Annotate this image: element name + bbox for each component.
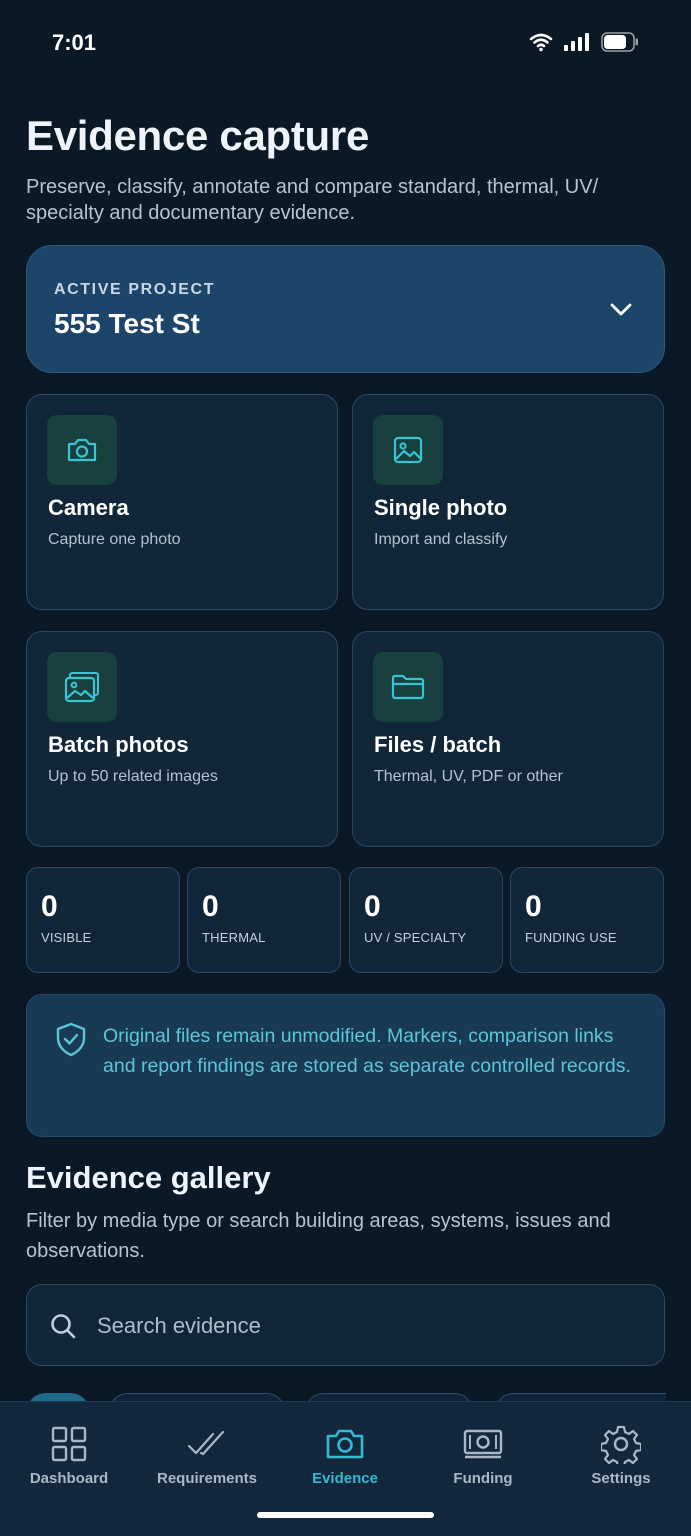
search-input[interactable] (97, 1307, 637, 1345)
tab-funding[interactable]: Funding (414, 1402, 552, 1502)
chevron-down-icon (610, 303, 632, 316)
tab-label: Dashboard (29, 1470, 109, 1487)
gallery-title: Evidence gallery (26, 1160, 271, 1195)
tab-evidence[interactable]: Evidence (276, 1402, 414, 1502)
status-icons (529, 32, 639, 52)
camera-action-desc: Capture one photo (48, 531, 181, 548)
files-batch-action-title: Files / batch (374, 732, 502, 757)
status-time: 7:01 (52, 30, 97, 55)
batch-photos-action-title: Batch photos (48, 732, 189, 757)
stat-visible: 0 VISIBLE (26, 867, 180, 973)
batch-photos-action-desc: Up to 50 related images (48, 768, 218, 785)
search-icon (51, 1314, 76, 1339)
page-title: Evidence capture (26, 112, 370, 159)
gallery-desc: Filter by media type or search building … (26, 1210, 611, 1262)
gear-icon (601, 1425, 641, 1464)
shield-check-icon (56, 1022, 86, 1057)
banknote-icon (463, 1429, 503, 1459)
active-project-selector[interactable]: ACTIVE PROJECT 555 Test St (26, 245, 665, 373)
search-box[interactable] (26, 1284, 665, 1366)
stat-thermal: 0 THERMAL (187, 867, 341, 973)
files-batch-action-desc: Thermal, UV, PDF or other (374, 768, 563, 785)
grid-icon (51, 1426, 87, 1462)
wifi-icon (529, 33, 553, 52)
tab-label: Evidence (312, 1470, 378, 1487)
image-icon (373, 415, 443, 485)
tab-label: Funding (453, 1470, 513, 1487)
camera-icon (47, 415, 117, 485)
stat-value: 0 (364, 890, 381, 923)
battery-icon (601, 32, 638, 52)
active-project-label: ACTIVE PROJECT (54, 281, 216, 298)
stat-value: 0 (525, 890, 542, 923)
tab-settings[interactable]: Settings (552, 1402, 690, 1502)
tab-label: Settings (591, 1470, 651, 1487)
stat-label: UV / SPECIALTY (364, 930, 467, 945)
double-check-icon (187, 1430, 225, 1456)
tab-label: Requirements (156, 1470, 258, 1487)
stat-uv-specialty: 0 UV / SPECIALTY (349, 867, 503, 973)
integrity-notice: Original files remain unmodified. Marker… (26, 994, 665, 1137)
folder-icon (373, 652, 443, 722)
tab-requirements[interactable]: Requirements (138, 1402, 276, 1502)
stat-label: THERMAL (202, 930, 266, 945)
single-photo-action-card[interactable]: Single photo Import and classify (352, 394, 664, 610)
stat-value: 0 (41, 890, 58, 923)
active-project-name: 555 Test St (54, 308, 200, 339)
stat-label: VISIBLE (41, 930, 92, 945)
camera-icon (326, 1429, 364, 1459)
tab-dashboard[interactable]: Dashboard (0, 1402, 138, 1502)
single-photo-action-desc: Import and classify (374, 531, 508, 548)
images-icon (47, 652, 117, 722)
stat-label: FUNDING USE (525, 930, 617, 945)
stat-funding-use: 0 FUNDING USE (510, 867, 664, 973)
page-subtitle: Preserve, classify, annotate and compare… (26, 176, 599, 224)
batch-photos-action-card[interactable]: Batch photos Up to 50 related images (26, 631, 338, 847)
home-indicator (257, 1512, 434, 1518)
camera-action-card[interactable]: Camera Capture one photo (26, 394, 338, 610)
status-bar: 7:01 (0, 0, 691, 90)
integrity-notice-text: Original files remain unmodified. Marker… (103, 1025, 631, 1077)
single-photo-action-title: Single photo (374, 495, 508, 520)
camera-action-title: Camera (48, 495, 129, 520)
files-batch-action-card[interactable]: Files / batch Thermal, UV, PDF or other (352, 631, 664, 847)
stat-value: 0 (202, 890, 219, 923)
signal-icon (564, 33, 589, 51)
